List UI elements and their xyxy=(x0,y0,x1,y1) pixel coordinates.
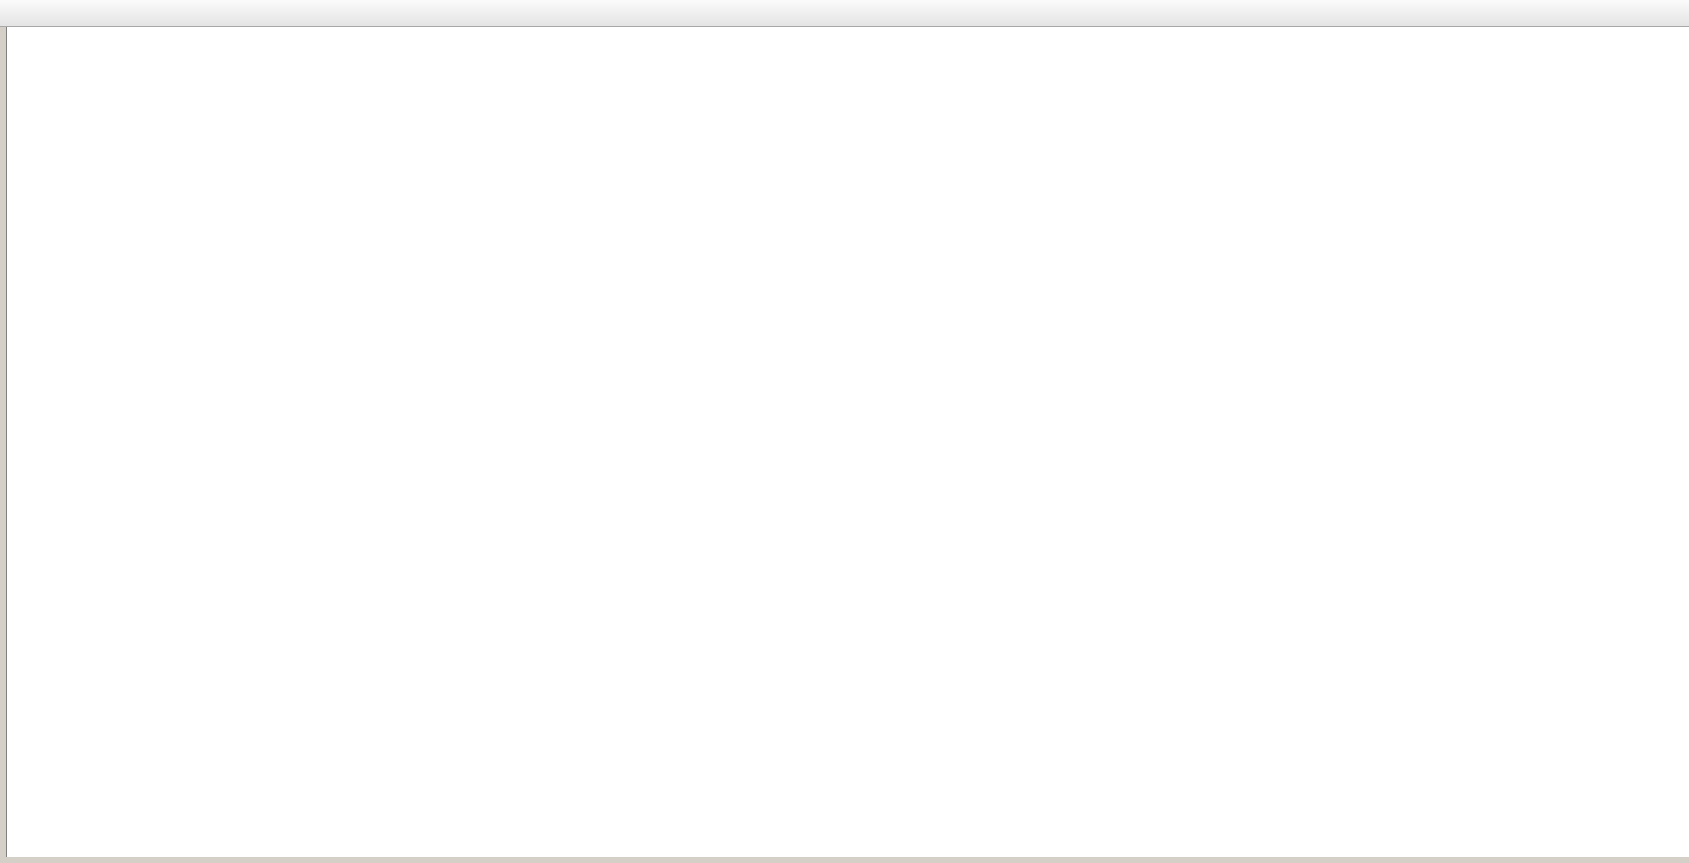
symbol-title[interactable] xyxy=(10,31,14,45)
window-left-border xyxy=(0,27,7,863)
main-toolbar xyxy=(0,0,1689,27)
window-bottom-border xyxy=(0,857,1689,863)
chart-plot-canvas[interactable] xyxy=(0,0,1689,863)
